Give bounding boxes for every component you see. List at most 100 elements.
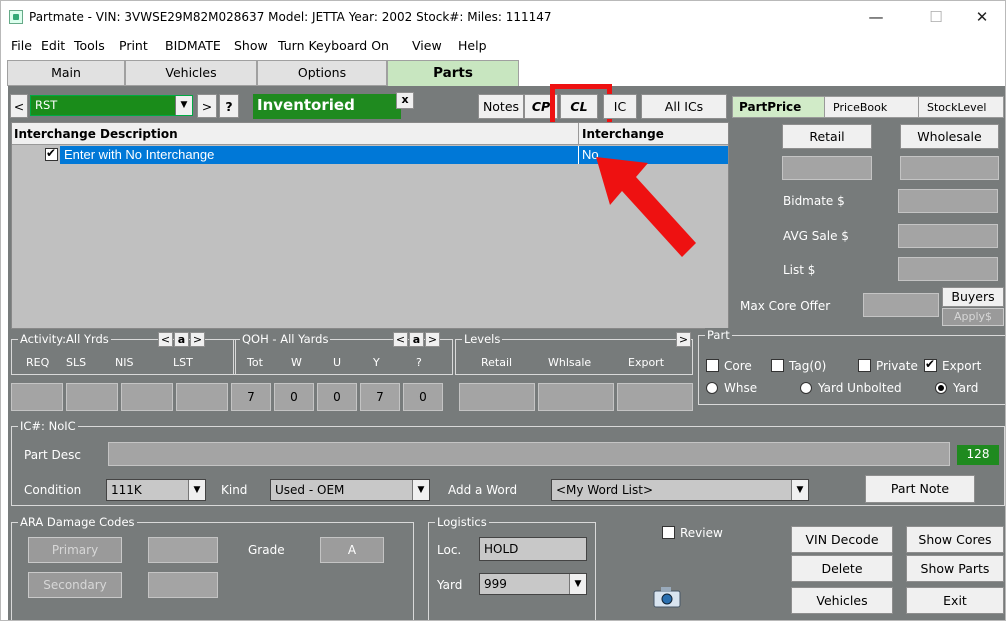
logistics-title: Logistics — [435, 515, 489, 529]
buyers-button[interactable]: Buyers — [942, 287, 1004, 307]
all-ics-button[interactable]: All ICs — [641, 94, 727, 119]
qoh-col-tot: Tot — [247, 356, 263, 369]
notes-button[interactable]: Notes — [478, 94, 524, 119]
col-interchange[interactable]: Interchange — [582, 127, 664, 141]
qoh-prev-button[interactable]: < — [393, 332, 408, 347]
show-cores-button[interactable]: Show Cores — [906, 526, 1004, 553]
qoh-next-button[interactable]: > — [425, 332, 440, 347]
part-desc-field[interactable] — [108, 442, 950, 466]
delete-button[interactable]: Delete — [791, 555, 893, 582]
levels-whlsale-field[interactable] — [538, 383, 614, 411]
help-button[interactable]: ? — [219, 94, 239, 118]
tab-parts[interactable]: Parts — [387, 60, 519, 86]
activity-lst-field[interactable] — [176, 383, 228, 411]
menu-show[interactable]: Show — [234, 38, 268, 53]
tab-main[interactable]: Main — [7, 60, 125, 86]
ic-title: IC#: NoIC — [18, 419, 78, 433]
word-list-dropdown[interactable]: <My Word List> ▼ — [551, 479, 809, 501]
activity-a-button[interactable]: a — [174, 332, 189, 347]
tag-checkbox[interactable] — [771, 359, 784, 372]
show-parts-button[interactable]: Show Parts — [906, 555, 1004, 582]
ic-button[interactable]: IC — [603, 94, 637, 119]
levels-export-field[interactable] — [617, 383, 693, 411]
core-checkbox[interactable] — [706, 359, 719, 372]
menu-bidmate[interactable]: BIDMATE — [165, 38, 221, 53]
qoh-tot-field[interactable]: 7 — [231, 383, 271, 411]
part-note-button[interactable]: Part Note — [865, 475, 975, 503]
private-checkbox[interactable] — [858, 359, 871, 372]
tab-partprice[interactable]: PartPrice — [733, 97, 825, 117]
title-bar: Partmate - VIN: 3VWSE29M82M028637 Model:… — [1, 1, 1005, 35]
avg-sale-field[interactable] — [898, 224, 998, 248]
chevron-down-icon[interactable]: ▼ — [412, 480, 429, 500]
activity-title: Activity:All Yrds — [18, 332, 111, 346]
col-interchange-description[interactable]: Interchange Description — [14, 127, 178, 141]
activity-req-field[interactable] — [11, 383, 63, 411]
tab-vehicles[interactable]: Vehicles — [125, 60, 257, 86]
levels-retail-field[interactable] — [459, 383, 535, 411]
minimize-button[interactable]: — — [853, 1, 899, 35]
grade-field[interactable]: A — [320, 537, 384, 563]
tab-stocklevel[interactable]: StockLevel — [919, 97, 1005, 117]
primary-field[interactable] — [148, 537, 218, 563]
chevron-down-icon[interactable]: ▼ — [175, 96, 192, 115]
menu-file[interactable]: File — [11, 38, 32, 53]
tag-label: Tag(0) — [789, 359, 827, 373]
menu-view[interactable]: View — [412, 38, 442, 53]
chevron-down-icon[interactable]: ▼ — [188, 480, 205, 500]
prev-button[interactable]: < — [10, 94, 28, 118]
row-checkbox[interactable] — [45, 146, 58, 161]
close-button[interactable]: ✕ — [959, 1, 1005, 35]
list-field[interactable] — [898, 257, 998, 281]
qoh-u-field[interactable]: 0 — [317, 383, 357, 411]
activity-prev-button[interactable]: < — [158, 332, 173, 347]
review-checkbox[interactable] — [662, 526, 675, 539]
tab-pricebook[interactable]: PriceBook — [825, 97, 919, 117]
yard-radio[interactable] — [935, 382, 947, 394]
yard-unbolted-radio[interactable] — [800, 382, 812, 394]
secondary-button[interactable]: Secondary — [28, 572, 122, 598]
secondary-field[interactable] — [148, 572, 218, 598]
tab-options[interactable]: Options — [257, 60, 387, 86]
yard-dropdown[interactable]: 999 ▼ — [479, 573, 587, 595]
bidmate-field[interactable] — [898, 189, 998, 213]
retail-button[interactable]: Retail — [782, 124, 872, 149]
qoh-unknown-field[interactable]: 0 — [403, 383, 443, 411]
activity-col-req: REQ — [26, 356, 50, 369]
menu-print[interactable]: Print — [119, 38, 148, 53]
qoh-w-field[interactable]: 0 — [274, 383, 314, 411]
status-close-button[interactable]: x — [396, 92, 414, 109]
wholesale-button[interactable]: Wholesale — [900, 124, 999, 149]
loc-label: Loc. — [437, 543, 462, 557]
qoh-y-field[interactable]: 7 — [360, 383, 400, 411]
retail-field[interactable] — [782, 156, 872, 180]
wholesale-field[interactable] — [900, 156, 999, 180]
menu-help[interactable]: Help — [458, 38, 487, 53]
export-checkbox[interactable] — [924, 357, 937, 372]
exit-button[interactable]: Exit — [906, 587, 1004, 614]
menu-edit[interactable]: Edit — [41, 38, 65, 53]
camera-icon[interactable] — [653, 586, 681, 608]
part-title: Part — [705, 328, 732, 342]
maximize-button[interactable]: ☐ — [913, 1, 959, 35]
condition-dropdown[interactable]: 111K ▼ — [106, 479, 206, 501]
next-button[interactable]: > — [197, 94, 217, 118]
menu-keyboard[interactable]: Turn Keyboard On — [278, 38, 389, 53]
chevron-down-icon[interactable]: ▼ — [569, 574, 586, 594]
part-selector[interactable]: RST ▼ — [30, 95, 193, 116]
menu-tools[interactable]: Tools — [74, 38, 105, 53]
whse-radio[interactable] — [706, 382, 718, 394]
loc-field[interactable]: HOLD — [479, 537, 587, 561]
vehicles-button[interactable]: Vehicles — [791, 587, 893, 614]
qoh-a-button[interactable]: a — [409, 332, 424, 347]
kind-dropdown[interactable]: Used - OEM ▼ — [270, 479, 430, 501]
activity-next-button[interactable]: > — [190, 332, 205, 347]
levels-next-button[interactable]: > — [676, 332, 691, 347]
activity-sls-field[interactable] — [66, 383, 118, 411]
chevron-down-icon[interactable]: ▼ — [791, 480, 808, 500]
activity-nis-field[interactable] — [121, 383, 173, 411]
primary-button[interactable]: Primary — [28, 537, 122, 563]
apply-button[interactable]: Apply$ — [942, 308, 1004, 326]
max-core-field[interactable] — [863, 293, 939, 317]
vin-decode-button[interactable]: VIN Decode — [791, 526, 893, 553]
